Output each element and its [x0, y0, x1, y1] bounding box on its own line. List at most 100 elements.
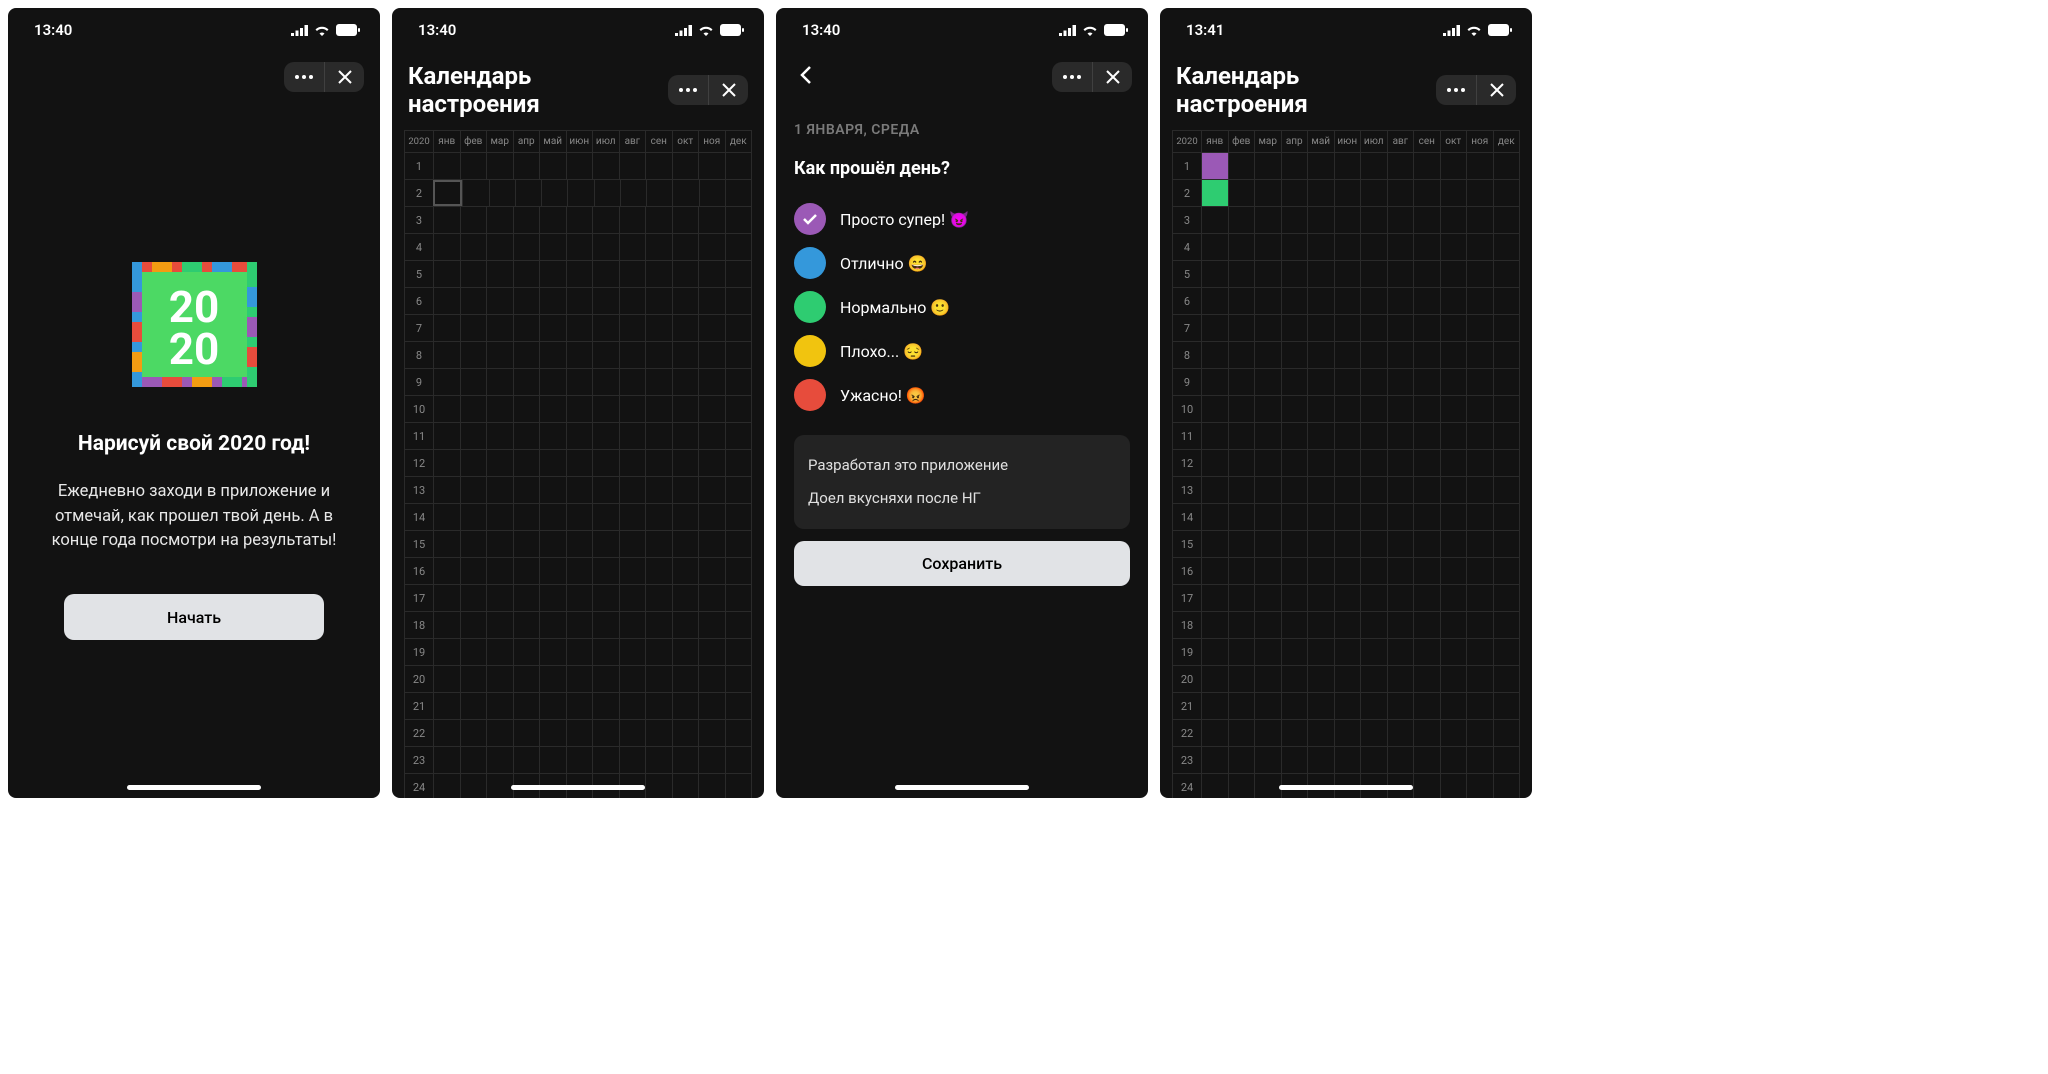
- close-button[interactable]: [1476, 75, 1516, 105]
- cal-cell[interactable]: [1281, 558, 1308, 584]
- cal-cell[interactable]: [1493, 450, 1520, 476]
- cal-cell[interactable]: [1466, 423, 1493, 449]
- cal-cell[interactable]: [1360, 369, 1387, 395]
- cal-cell[interactable]: [698, 369, 725, 395]
- cal-cell[interactable]: [725, 342, 752, 368]
- cal-cell[interactable]: [1360, 423, 1387, 449]
- cal-cell[interactable]: [460, 342, 487, 368]
- cal-cell[interactable]: [486, 342, 513, 368]
- cal-cell[interactable]: [698, 612, 725, 638]
- cal-cell[interactable]: [539, 396, 566, 422]
- cal-cell[interactable]: [1254, 396, 1281, 422]
- cal-cell[interactable]: [1334, 315, 1361, 341]
- cal-cell[interactable]: [1466, 639, 1493, 665]
- cal-cell[interactable]: [539, 585, 566, 611]
- cal-cell[interactable]: [672, 423, 699, 449]
- cal-cell[interactable]: [1201, 261, 1228, 287]
- cal-cell[interactable]: [1466, 747, 1493, 773]
- cal-cell[interactable]: [433, 639, 460, 665]
- cal-cell[interactable]: [1413, 531, 1440, 557]
- cal-cell[interactable]: [592, 450, 619, 476]
- cal-cell[interactable]: [1493, 720, 1520, 746]
- cal-cell[interactable]: [1307, 558, 1334, 584]
- cal-cell[interactable]: [539, 558, 566, 584]
- cal-cell[interactable]: [1228, 423, 1255, 449]
- cal-cell[interactable]: [1493, 207, 1520, 233]
- cal-cell[interactable]: [1281, 504, 1308, 530]
- cal-cell[interactable]: [1387, 234, 1414, 260]
- cal-cell[interactable]: [672, 369, 699, 395]
- cal-cell[interactable]: [566, 288, 593, 314]
- cal-cell[interactable]: [619, 747, 646, 773]
- cal-cell[interactable]: [460, 477, 487, 503]
- cal-cell[interactable]: [1360, 639, 1387, 665]
- cal-cell[interactable]: [1334, 261, 1361, 287]
- cal-cell[interactable]: [513, 504, 540, 530]
- cal-cell[interactable]: [698, 396, 725, 422]
- cal-cell[interactable]: [1387, 369, 1414, 395]
- cal-cell[interactable]: [645, 288, 672, 314]
- cal-cell[interactable]: [513, 585, 540, 611]
- cal-cell[interactable]: [592, 612, 619, 638]
- cal-cell[interactable]: [1201, 720, 1228, 746]
- cal-cell[interactable]: [486, 261, 513, 287]
- cal-cell[interactable]: [1360, 450, 1387, 476]
- cal-cell[interactable]: [645, 477, 672, 503]
- cal-cell[interactable]: [1413, 423, 1440, 449]
- cal-cell[interactable]: [1201, 450, 1228, 476]
- cal-cell[interactable]: [1387, 261, 1414, 287]
- cal-cell[interactable]: [645, 234, 672, 260]
- cal-cell[interactable]: [1201, 558, 1228, 584]
- cal-cell[interactable]: [1413, 639, 1440, 665]
- cal-cell[interactable]: [1254, 612, 1281, 638]
- cal-cell[interactable]: [1413, 585, 1440, 611]
- cal-cell[interactable]: [1440, 774, 1467, 798]
- cal-cell[interactable]: [698, 153, 725, 179]
- cal-cell[interactable]: [1413, 369, 1440, 395]
- cal-cell[interactable]: [698, 261, 725, 287]
- more-button[interactable]: [668, 75, 708, 105]
- cal-cell[interactable]: [1201, 666, 1228, 692]
- cal-cell[interactable]: [539, 234, 566, 260]
- cal-cell[interactable]: [1228, 612, 1255, 638]
- cal-cell[interactable]: [1466, 369, 1493, 395]
- cal-cell[interactable]: [1201, 180, 1228, 206]
- cal-cell[interactable]: [1228, 666, 1255, 692]
- cal-cell[interactable]: [645, 585, 672, 611]
- cal-cell[interactable]: [566, 396, 593, 422]
- cal-cell[interactable]: [1493, 288, 1520, 314]
- cal-cell[interactable]: [645, 666, 672, 692]
- cal-cell[interactable]: [672, 396, 699, 422]
- cal-cell[interactable]: [433, 612, 460, 638]
- cal-cell[interactable]: [1228, 747, 1255, 773]
- cal-cell[interactable]: [539, 153, 566, 179]
- cal-cell[interactable]: [1307, 747, 1334, 773]
- cal-cell[interactable]: [592, 477, 619, 503]
- cal-cell[interactable]: [1387, 612, 1414, 638]
- cal-cell[interactable]: [1360, 207, 1387, 233]
- cal-cell[interactable]: [1440, 747, 1467, 773]
- cal-cell[interactable]: [433, 774, 460, 798]
- cal-cell[interactable]: [1281, 180, 1308, 206]
- cal-cell[interactable]: [1334, 450, 1361, 476]
- cal-cell[interactable]: [513, 153, 540, 179]
- cal-cell[interactable]: [486, 612, 513, 638]
- cal-cell[interactable]: [486, 639, 513, 665]
- cal-cell[interactable]: [1466, 720, 1493, 746]
- cal-cell[interactable]: [486, 288, 513, 314]
- cal-cell[interactable]: [513, 612, 540, 638]
- cal-cell[interactable]: [1440, 288, 1467, 314]
- cal-cell[interactable]: [513, 396, 540, 422]
- cal-cell[interactable]: [646, 180, 672, 206]
- cal-cell[interactable]: [1334, 747, 1361, 773]
- cal-cell[interactable]: [1307, 315, 1334, 341]
- cal-cell[interactable]: [1281, 261, 1308, 287]
- cal-cell[interactable]: [592, 423, 619, 449]
- cal-cell[interactable]: [1413, 315, 1440, 341]
- cal-cell[interactable]: [1440, 585, 1467, 611]
- cal-cell[interactable]: [1413, 396, 1440, 422]
- cal-cell[interactable]: [1201, 585, 1228, 611]
- cal-cell[interactable]: [1201, 396, 1228, 422]
- cal-cell[interactable]: [1201, 477, 1228, 503]
- cal-cell[interactable]: [1254, 153, 1281, 179]
